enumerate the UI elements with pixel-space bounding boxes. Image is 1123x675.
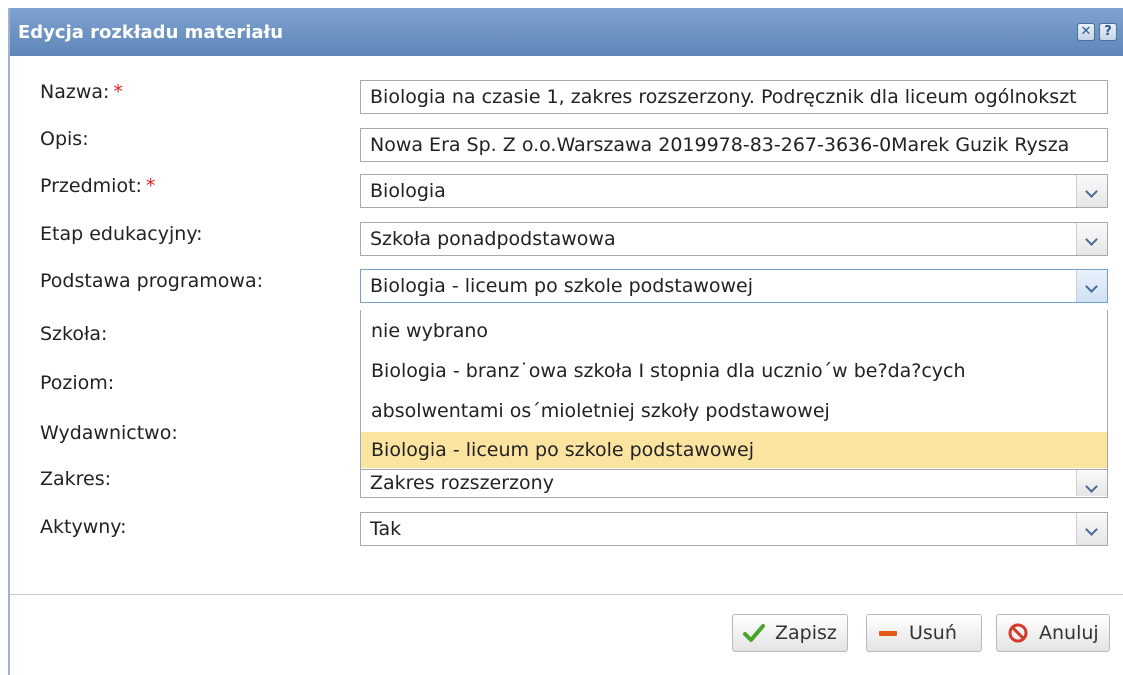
podstawa-select[interactable]: Biologia - liceum po szkole podstawowej (360, 269, 1108, 303)
poziom-label: Poziom: (40, 372, 115, 394)
chevron-down-icon[interactable] (1076, 270, 1107, 302)
close-icon[interactable]: ✕ (1077, 23, 1095, 41)
nazwa-input[interactable]: Biologia na czasie 1, zakres rozszerzony… (360, 80, 1108, 114)
aktywny-label: Aktywny: (40, 516, 127, 538)
przedmiot-value: Biologia (370, 180, 446, 202)
aktywny-select[interactable]: Tak (360, 512, 1108, 546)
nazwa-label: Nazwa: * (40, 81, 123, 103)
minus-icon (879, 631, 897, 636)
help-icon[interactable]: ? (1099, 23, 1117, 41)
etap-select[interactable]: Szkoła ponadpodstawowa (360, 222, 1108, 256)
cancel-button[interactable]: Anuluj (996, 614, 1110, 652)
cancel-label: Anuluj (1039, 622, 1099, 644)
save-label: Zapisz (775, 622, 837, 644)
required-marker: * (113, 81, 123, 103)
zakres-label: Zakres: (40, 468, 112, 490)
przedmiot-select[interactable]: Biologia (360, 174, 1108, 208)
nazwa-label-text: Nazwa: (40, 81, 110, 103)
cancel-icon (1008, 623, 1028, 643)
dialog-titlebar[interactable]: Edycja rozkładu materiału ✕ ? (10, 8, 1123, 56)
podstawa-value: Biologia - liceum po szkole podstawowej (370, 275, 754, 297)
przedmiot-label-text: Przedmiot: (40, 175, 142, 197)
zakres-select[interactable]: Zakres rozszerzony (360, 470, 1108, 498)
chevron-down-icon[interactable] (1076, 470, 1107, 496)
opis-value: Nowa Era Sp. Z o.o.Warszawa 2019978-83-2… (370, 134, 1070, 156)
dropdown-option[interactable]: absolwentami os´mioletniej szkoły podsta… (361, 393, 1107, 429)
opis-label: Opis: (40, 128, 89, 150)
delete-label: Usuń (909, 622, 957, 644)
opis-input[interactable]: Nowa Era Sp. Z o.o.Warszawa 2019978-83-2… (360, 128, 1108, 162)
chevron-down-icon[interactable] (1076, 223, 1107, 255)
szkola-label: Szkoła: (40, 323, 108, 345)
etap-value: Szkoła ponadpodstawowa (370, 228, 616, 250)
chevron-down-icon[interactable] (1076, 175, 1107, 207)
footer-divider (10, 594, 1123, 595)
dropdown-option[interactable]: Biologia - branz˙owa szkoła I stopnia dl… (361, 353, 1107, 389)
podstawa-label: Podstawa programowa: (40, 270, 263, 292)
zakres-value: Zakres rozszerzony (370, 472, 554, 494)
delete-button[interactable]: Usuń (866, 614, 982, 652)
checkmark-icon (743, 624, 765, 642)
save-button[interactable]: Zapisz (732, 614, 848, 652)
required-marker: * (145, 175, 156, 197)
przedmiot-label: Przedmiot: * (40, 175, 155, 197)
etap-label: Etap edukacyjny: (40, 223, 203, 245)
chevron-down-icon[interactable] (1076, 513, 1107, 545)
edit-dialog: Edycja rozkładu materiału ✕ ? Nazwa: * Bi… (8, 8, 1123, 675)
aktywny-value: Tak (370, 518, 402, 540)
dropdown-option-selected[interactable]: Biologia - liceum po szkole podstawowej (361, 432, 1107, 468)
dialog-title: Edycja rozkładu materiału (18, 22, 284, 43)
dropdown-option[interactable]: nie wybrano (361, 313, 1107, 349)
wydawnictwo-label: Wydawnictwo: (40, 422, 178, 444)
podstawa-dropdown-list[interactable]: nie wybrano Biologia - branz˙owa szkoła … (360, 310, 1108, 470)
nazwa-value: Biologia na czasie 1, zakres rozszerzony… (370, 86, 1077, 108)
